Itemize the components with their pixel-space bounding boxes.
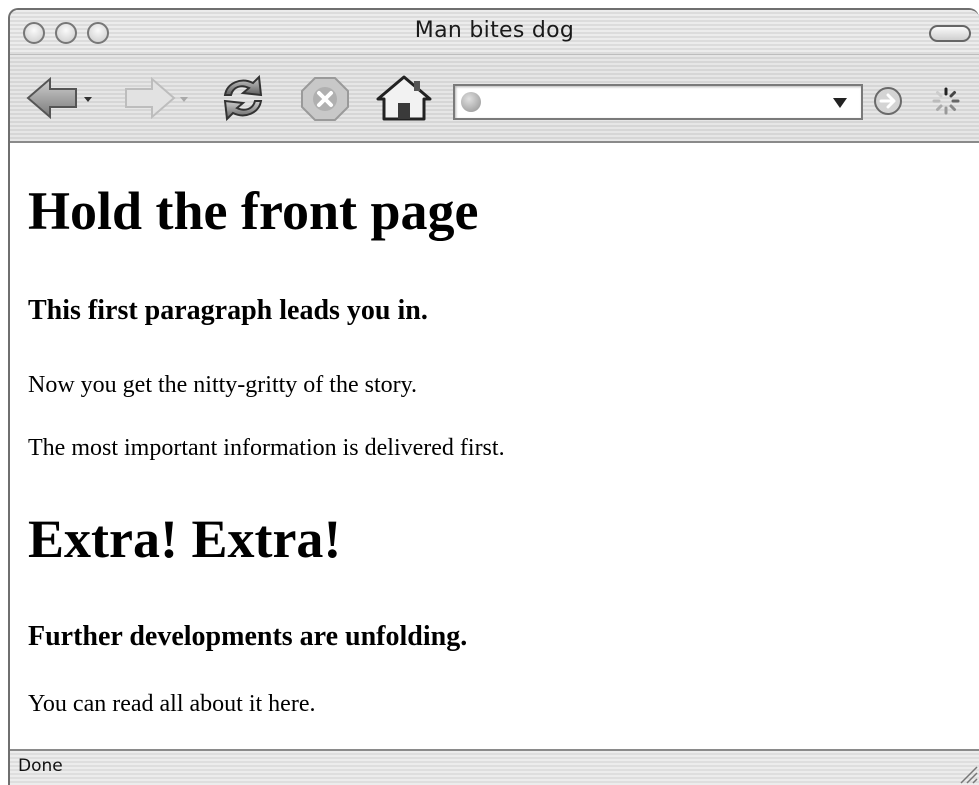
- status-text: Done: [18, 756, 63, 776]
- spinner-icon: [932, 87, 960, 115]
- paragraph-nitty-gritty: Now you get the nitty-gritty of the stor…: [28, 372, 418, 398]
- subheading-developments: Further developments are unfolding.: [28, 621, 468, 652]
- forward-arrow-icon: [125, 76, 188, 120]
- paragraph-read-all: You can read all about it here.: [28, 691, 316, 717]
- reload-button[interactable]: [215, 73, 271, 123]
- browser-window: Man bites dog Hold the front page This f…: [8, 8, 979, 785]
- back-button[interactable]: [24, 73, 96, 123]
- subheading-lead: This first paragraph leads you in.: [28, 295, 428, 326]
- title-bar[interactable]: Man bites dog: [10, 10, 979, 55]
- home-button[interactable]: [374, 73, 434, 123]
- stop-button[interactable]: [298, 73, 352, 123]
- url-dropdown-icon[interactable]: [833, 98, 847, 108]
- navigation-toolbar: [10, 55, 979, 143]
- go-button[interactable]: [872, 85, 904, 117]
- globe-icon: [461, 92, 481, 112]
- back-arrow-icon: [26, 76, 92, 120]
- resize-grip-icon[interactable]: [955, 761, 979, 785]
- toolbar-toggle-button[interactable]: [929, 25, 971, 42]
- go-arrow-icon: [874, 87, 902, 115]
- throbber: [930, 85, 962, 117]
- page-heading-front-page: Hold the front page: [28, 181, 479, 241]
- address-bar[interactable]: [453, 84, 863, 120]
- paragraph-important-info: The most important information is delive…: [28, 435, 505, 461]
- forward-button[interactable]: [120, 73, 192, 123]
- page-content: Hold the front page This first paragraph…: [10, 143, 979, 751]
- page-heading-extra: Extra! Extra!: [28, 509, 342, 569]
- window-title: Man bites dog: [414, 18, 575, 43]
- status-bar: Done: [10, 749, 979, 785]
- url-input[interactable]: [487, 90, 807, 114]
- home-icon: [376, 75, 432, 121]
- stop-icon: [301, 77, 349, 121]
- reload-icon: [223, 74, 263, 122]
